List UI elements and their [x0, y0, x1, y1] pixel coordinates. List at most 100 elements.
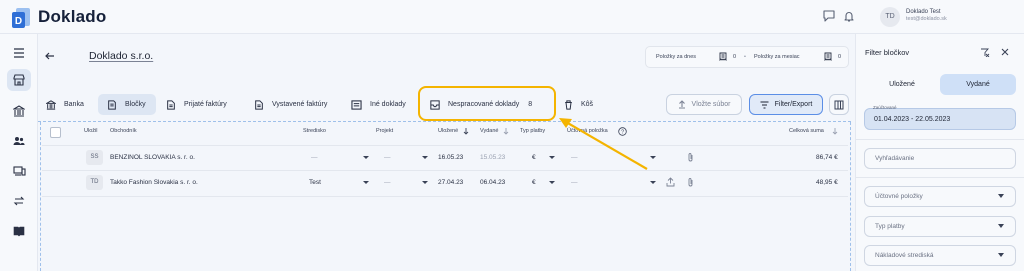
chevron-down-icon[interactable]: [998, 253, 1004, 257]
nav-transfers[interactable]: [7, 190, 31, 212]
date-range-label: Zaúčtované: [873, 105, 897, 110]
uploader-avatar: TD: [86, 175, 103, 190]
today-label: Položky za dnes: [656, 54, 697, 60]
back-arrow-icon[interactable]: [44, 50, 56, 62]
documents-icon: [351, 99, 362, 110]
nav-devices[interactable]: [7, 160, 31, 182]
filter-export-button[interactable]: Filter/Export: [749, 94, 823, 115]
col-header-project[interactable]: Projekt: [376, 128, 393, 134]
nav-store[interactable]: [7, 69, 31, 91]
nav-bank[interactable]: [7, 100, 31, 122]
issued-date-cell: 15.05.23: [480, 154, 506, 161]
annotation-arrow: [559, 118, 648, 170]
search-input[interactable]: Vyhľadávanie: [864, 148, 1016, 169]
center-cell[interactable]: Test: [309, 179, 321, 186]
bell-icon[interactable]: [842, 9, 856, 23]
devices-icon: [12, 166, 26, 176]
chevron-down-icon[interactable]: [422, 181, 428, 184]
col-header-total[interactable]: Celková suma: [789, 128, 824, 134]
columns-icon: [834, 100, 844, 109]
col-header-created-by[interactable]: Uložil: [84, 128, 97, 134]
tab-label: Kôš: [581, 101, 594, 108]
chevron-down-icon[interactable]: [650, 181, 656, 184]
receipt-icon: [824, 52, 832, 61]
tab-trash[interactable]: Kôš: [564, 94, 604, 115]
merchant-cell[interactable]: Takko Fashion Slovakia s. r. o.: [110, 179, 198, 186]
sort-down-icon[interactable]: [463, 127, 469, 135]
col-header-merchant[interactable]: Obchodník: [110, 128, 137, 134]
tab-issued[interactable]: Vydané: [940, 74, 1016, 95]
upload-label: Vložte súbor: [691, 101, 731, 108]
payment-cell[interactable]: €: [532, 179, 536, 186]
chevron-down-icon[interactable]: [998, 194, 1004, 198]
tab-received-invoices[interactable]: Prijaté faktúry: [166, 94, 246, 115]
upload-button[interactable]: Vložte súbor: [666, 94, 742, 115]
col-header-center[interactable]: Stredisko: [303, 128, 326, 134]
total-cell: 48,95 €: [816, 179, 838, 186]
saved-date-cell: 27.04.23: [438, 179, 464, 186]
today-count: 0: [733, 54, 737, 60]
chevron-down-icon[interactable]: [422, 156, 428, 159]
store-icon: [13, 74, 25, 86]
chevron-down-icon[interactable]: [998, 224, 1004, 228]
tab-issued-invoices[interactable]: Vystavené faktúry: [254, 94, 340, 115]
tab-other-documents[interactable]: Iné doklady: [351, 94, 413, 115]
chevron-down-icon[interactable]: [363, 181, 369, 184]
bank-icon: [46, 99, 56, 110]
merchant-cell[interactable]: BENZINOL SLOVAKIA s. r. o.: [110, 154, 195, 161]
project-cell[interactable]: —: [384, 154, 391, 161]
month-label: Položky za mesiac: [754, 54, 800, 60]
clear-filter-icon[interactable]: [980, 48, 990, 57]
uploader-avatar: SS: [86, 150, 103, 165]
sort-down-icon[interactable]: [503, 127, 509, 135]
paperclip-icon[interactable]: [687, 177, 694, 187]
tab-receipts[interactable]: Bločky: [98, 94, 156, 115]
columns-button[interactable]: [829, 94, 849, 115]
document-icon: [167, 99, 175, 110]
nav-book[interactable]: [7, 220, 31, 242]
top-bar: D Doklado TD Doklado Test test@doklado.s…: [0, 0, 1024, 34]
chevron-down-icon[interactable]: [549, 181, 555, 184]
tab-label: Banka: [64, 101, 84, 108]
center-cell[interactable]: —: [311, 154, 318, 161]
close-icon[interactable]: [1001, 48, 1009, 56]
tab-saved[interactable]: Uložené: [864, 74, 940, 95]
highlight-frame: [418, 86, 556, 121]
tab-label: Bločky: [125, 101, 146, 108]
col-header-payment[interactable]: Typ platby: [520, 128, 545, 134]
col-header-issued[interactable]: Vydané: [480, 128, 498, 134]
bank-icon: [13, 105, 25, 117]
user-avatar[interactable]: TD: [880, 7, 900, 27]
tab-label: Vystavené faktúry: [272, 101, 328, 108]
items-counter: Položky za dnes 0 • Položky za mesiac 0: [645, 46, 849, 68]
company-name[interactable]: Doklado s.r.o.: [89, 50, 153, 62]
nav-contacts[interactable]: [7, 130, 31, 152]
total-cell: 86,74 €: [816, 154, 838, 161]
cost-centers-select[interactable]: Nákladové strediská: [864, 245, 1016, 266]
chat-icon[interactable]: [822, 9, 836, 23]
tab-bank[interactable]: Banka: [46, 94, 92, 115]
menu-button[interactable]: [7, 42, 31, 64]
app-title: Doklado: [38, 7, 107, 26]
book-icon: [13, 226, 25, 237]
tab-label: Iné doklady: [370, 101, 406, 108]
upload-icon: [678, 100, 685, 109]
project-cell[interactable]: —: [384, 179, 391, 186]
svg-text:D: D: [15, 16, 22, 27]
payment-type-select[interactable]: Typ platby: [864, 216, 1016, 237]
select-all-checkbox[interactable]: [50, 127, 61, 138]
chevron-down-icon[interactable]: [363, 156, 369, 159]
account-cell[interactable]: —: [571, 179, 578, 186]
trash-icon: [565, 99, 572, 110]
sort-down-icon[interactable]: [832, 127, 838, 135]
payment-cell[interactable]: €: [532, 154, 536, 161]
share-icon[interactable]: [666, 177, 675, 187]
accounting-items-select[interactable]: Účtovné položky: [864, 186, 1016, 207]
paperclip-icon[interactable]: [687, 152, 694, 162]
month-count: 0: [838, 54, 842, 60]
swap-arrows-icon: [13, 196, 25, 206]
col-header-saved[interactable]: Uložené: [438, 128, 458, 134]
receipt-icon: [719, 52, 727, 61]
hamburger-icon: [14, 48, 24, 58]
tab-label: Prijaté faktúry: [184, 101, 227, 108]
